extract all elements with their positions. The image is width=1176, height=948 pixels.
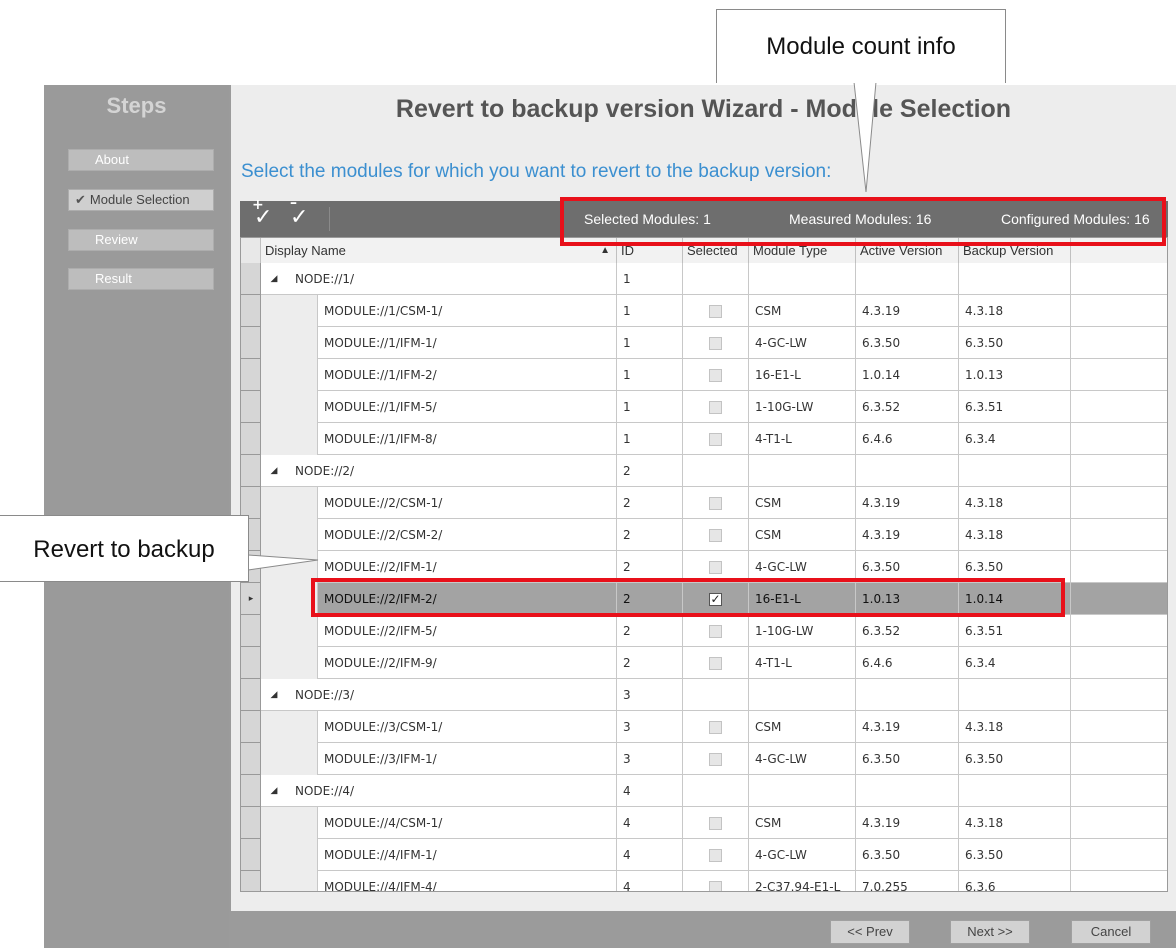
module-count-highlight (560, 197, 1166, 246)
selected-row-highlight (311, 578, 1065, 617)
callout-pointers (247, 81, 877, 571)
module-count-callout: Module count info (716, 9, 1006, 83)
module-count-pointer (853, 81, 877, 193)
revert-pointer (247, 554, 319, 571)
revert-callout: Revert to backup (0, 515, 249, 582)
